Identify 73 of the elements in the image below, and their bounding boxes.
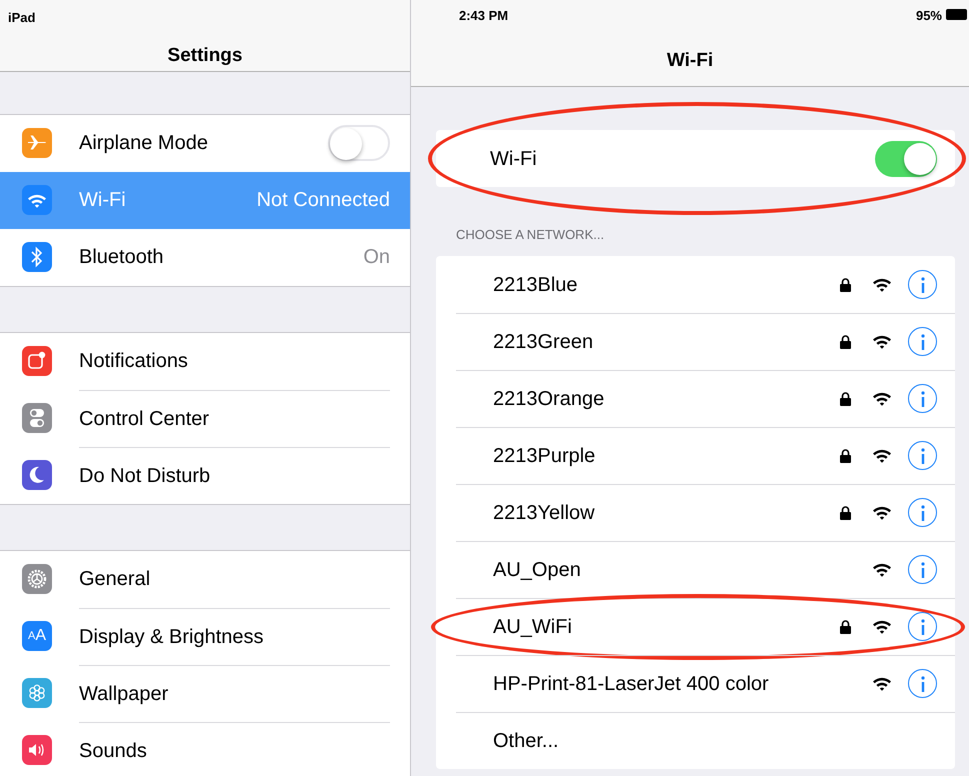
- network-name: HP-Print-81-LaserJet 400 color: [493, 672, 770, 696]
- info-icon: [920, 618, 926, 634]
- network-name: AU_WiFi: [493, 614, 573, 640]
- network-name: 2213Yellow: [493, 500, 596, 526]
- sidebar-title: Settings: [168, 44, 242, 68]
- network-name: 2213Orange: [493, 386, 606, 412]
- info-button[interactable]: [908, 441, 937, 470]
- row-label: Sounds: [79, 738, 148, 764]
- info-button[interactable]: [908, 270, 937, 299]
- network-row[interactable]: 2213Purple: [436, 427, 955, 484]
- wifi-signal-icon: [873, 505, 891, 520]
- section-header: CHOOSE A NETWORK...: [456, 227, 604, 242]
- info-button[interactable]: [908, 555, 937, 584]
- battery-percent: 95%: [916, 7, 942, 25]
- switches-icon: [22, 403, 52, 433]
- network-name: 2213Purple: [493, 444, 596, 468]
- row-label: Airplane Mode: [79, 131, 209, 156]
- row-value: On: [363, 245, 390, 270]
- row-label: Notifications: [79, 349, 189, 374]
- info-button[interactable]: [908, 612, 937, 641]
- wifi-signal-icon: [873, 391, 891, 406]
- row-label: Wi-Fi: [79, 188, 127, 213]
- info-icon: [920, 276, 926, 292]
- gear-icon: [22, 564, 52, 594]
- wifi-signal-icon: [873, 619, 891, 634]
- speaker-icon: [22, 735, 52, 765]
- notifications-icon: [22, 346, 52, 376]
- bluetooth-icon: [22, 242, 52, 272]
- network-row[interactable]: 2213Green: [436, 313, 955, 370]
- info-icon: [920, 448, 926, 464]
- moon-icon: [22, 460, 52, 490]
- letters-icon: AA: [22, 621, 52, 651]
- wifi-signal-icon: [873, 277, 891, 292]
- network-row[interactable]: HP-Print-81-LaserJet 400 color: [436, 655, 955, 712]
- wifi-label: Wi-Fi: [490, 146, 538, 172]
- network-row[interactable]: 2213Orange: [436, 370, 955, 427]
- info-button[interactable]: [908, 327, 937, 356]
- toggle-switch[interactable]: [875, 140, 937, 176]
- wifi-signal-icon: [873, 448, 891, 463]
- info-icon: [920, 504, 926, 520]
- network-name: 2213Blue: [493, 272, 579, 298]
- network-row[interactable]: Other...: [436, 712, 955, 769]
- status-time: 2:43 PM: [459, 7, 510, 25]
- network-row[interactable]: 2213Blue: [436, 256, 955, 313]
- row-label: General: [79, 567, 152, 592]
- battery-icon: [946, 9, 967, 20]
- toggle-switch[interactable]: [328, 125, 390, 161]
- network-name: AU_Open: [493, 558, 582, 582]
- wifi-signal-icon: [873, 676, 891, 691]
- row-label: Display & Brightness: [79, 624, 265, 650]
- wifi-signal-icon: [873, 334, 891, 349]
- row-label: Wallpaper: [79, 682, 170, 706]
- device-name: iPad: [8, 10, 36, 25]
- info-button[interactable]: [908, 669, 937, 698]
- page-title: Wi-Fi: [666, 49, 714, 73]
- row-label: Do Not Disturb: [79, 464, 212, 488]
- wifi-icon: [22, 185, 52, 215]
- airplane-icon: [22, 128, 52, 158]
- info-icon: [920, 390, 926, 406]
- wifi-signal-icon: [873, 562, 891, 577]
- info-button[interactable]: [908, 384, 937, 413]
- info-button[interactable]: [908, 498, 937, 527]
- flower-icon: [22, 678, 52, 708]
- row-label: Bluetooth: [79, 245, 165, 270]
- info-icon: [920, 676, 926, 692]
- network-name: 2213Green: [493, 330, 594, 354]
- info-icon: [920, 562, 926, 578]
- row-label: Control Center: [79, 406, 210, 432]
- network-row[interactable]: 2213Yellow: [436, 484, 955, 541]
- row-value: Not Connected: [256, 188, 390, 213]
- info-icon: [920, 334, 926, 350]
- network-row[interactable]: AU_Open: [436, 541, 955, 598]
- network-name: Other...: [493, 728, 560, 754]
